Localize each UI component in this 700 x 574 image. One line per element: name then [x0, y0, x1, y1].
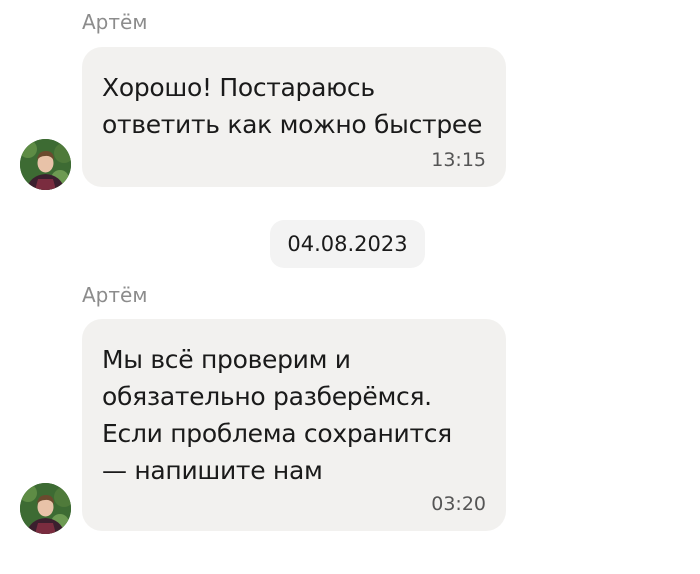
avatar[interactable]: [20, 139, 71, 190]
message-bubble[interactable]: Хорошо! Постараюсь ответить как можно бы…: [82, 47, 506, 187]
avatar-photo-icon: [20, 139, 71, 190]
message-sender-name: Артём: [82, 10, 148, 34]
message-sender-name: Артём: [82, 283, 148, 307]
avatar-photo-icon: [20, 483, 71, 534]
message-text: Мы всё проверим и обязательно разберёмся…: [102, 345, 452, 485]
avatar[interactable]: [20, 483, 71, 534]
message-text: Хорошо! Постараюсь ответить как можно бы…: [102, 73, 483, 139]
message-time: 13:15: [431, 149, 486, 171]
message-time: 03:20: [431, 493, 486, 515]
message-bubble[interactable]: Мы всё проверим и обязательно разберёмся…: [82, 319, 506, 531]
date-separator: 04.08.2023: [270, 220, 425, 268]
